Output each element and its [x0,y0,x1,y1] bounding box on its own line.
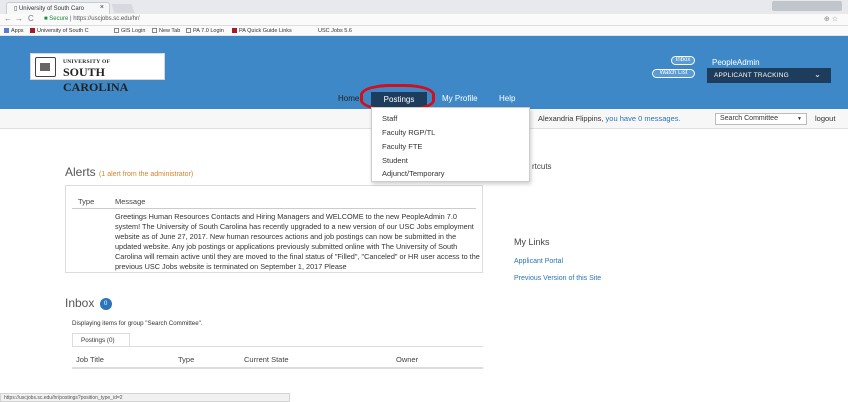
bookmark-uscjobs[interactable]: USC Jobs 5.6 [318,28,352,34]
inbox-col-type[interactable]: Type [178,355,194,364]
inbox-col-owner[interactable]: Owner [396,355,418,364]
bookmark-usc[interactable]: University of South C [30,28,89,34]
welcome-text: Alexandria Flippins, you have 0 messages… [538,114,681,123]
usc-icon [30,28,35,33]
divider [72,367,483,369]
usc-icon [232,28,237,33]
url-text: https://uscjobs.sc.edu/hr/ [73,16,140,22]
previous-version-link[interactable]: Previous Version of this Site [514,275,601,282]
zoom-icon[interactable]: ⊕ [824,16,830,23]
inbox-subtitle: Displaying items for group "Search Commi… [72,320,203,327]
page-icon [114,28,119,33]
nav-home[interactable]: Home [338,94,359,103]
browser-tabstrip: ▯ University of South Caro × [0,0,848,14]
address-bar: ← → C ■ Secure | https://uscjobs.sc.edu/… [0,14,848,26]
tab-title: University of South Caro [18,6,84,12]
watch-list-button[interactable]: Watch List [652,69,695,78]
secure-label: Secure [49,16,69,22]
usc-seal-icon [35,57,56,77]
nav-my-profile[interactable]: My Profile [442,94,478,103]
page-icon [152,28,157,33]
back-button[interactable]: ← [4,14,12,23]
shortcuts-heading: rtcuts [532,162,552,171]
messages-link[interactable]: you have 0 messages. [606,114,681,123]
module-switcher[interactable]: APPLICANT TRACKING ⌄ [707,68,831,83]
user-name: Alexandria Flippins, [538,114,604,123]
inbox-button[interactable]: Inbox [671,56,695,65]
inbox-count-badge: 0 [99,298,112,310]
group-select[interactable]: Search Committee ▼ [715,113,807,125]
dropdown-item-student[interactable]: Student [382,156,408,165]
group-select-value: Search Committee [720,115,778,122]
lock-icon: ■ [44,16,48,22]
alerts-col-message: Message [115,197,146,206]
inbox-heading: Inbox 0 [65,296,112,310]
dropdown-item-faculty-fte[interactable]: Faculty FTE [382,142,422,151]
dropdown-item-staff[interactable]: Staff [382,114,397,123]
bookmark-pa-login[interactable]: PA 7.0 Login [186,28,224,34]
url-field[interactable]: ■ Secure | https://uscjobs.sc.edu/hr/ [40,15,820,25]
applicant-portal-link[interactable]: Applicant Portal [514,258,563,265]
divider [72,208,476,209]
alerts-count[interactable]: (1 alert from the administrator) [99,171,193,178]
logout-link[interactable]: logout [815,114,835,123]
my-links-heading: My Links [514,237,550,247]
close-tab-icon[interactable]: × [100,4,104,11]
bookmark-apps[interactable]: Apps [4,28,24,34]
window-controls[interactable] [772,1,842,11]
inbox-col-current-state[interactable]: Current State [244,355,289,364]
page-icon [186,28,191,33]
alerts-heading: Alerts (1 alert from the administrator) [65,165,194,179]
alert-message: Greetings Human Resources Contacts and H… [115,212,480,271]
usc-logo[interactable]: UNIVERSITY OF SOUTH CAROLINA [30,53,165,94]
alerts-table: Type Message Greetings Human Resources C… [65,185,483,273]
browser-status-bar: https://uscjobs.sc.edu/hr/postings?posit… [0,393,290,402]
tab-postings[interactable]: Postings (0) [72,333,130,347]
address-icons: ⊕ ☆ [824,15,838,23]
dropdown-item-faculty-rgp[interactable]: Faculty RGP/TL [382,128,435,137]
bookmark-gis[interactable]: GIS Login [114,28,145,34]
bookmarks-bar: Apps University of South C GIS Login New… [0,26,848,36]
bookmark-pa-guide[interactable]: PA Quick Guide Links [232,28,292,34]
forward-button[interactable]: → [15,14,23,23]
logo-line2: SOUTH CAROLINA [63,65,129,94]
chevron-down-icon: ⌄ [814,70,821,79]
new-tab-button[interactable] [111,4,135,13]
peopleadmin-brand: PeopleAdmin [712,58,760,67]
alerts-col-type: Type [78,197,95,206]
dropdown-item-adjunct[interactable]: Adjunct/Temporary [382,169,445,178]
nav-help[interactable]: Help [499,94,515,103]
postings-dropdown-menu: Staff Faculty RGP/TL Faculty FTE Student… [371,107,530,182]
reload-button[interactable]: C [28,14,34,23]
divider [72,346,483,347]
browser-tab[interactable]: ▯ University of South Caro × [6,2,110,14]
apps-icon [4,28,9,33]
bookmark-newtab[interactable]: New Tab [152,28,180,34]
dropdown-arrow-icon: ▼ [797,116,802,122]
star-icon[interactable]: ☆ [832,16,838,23]
inbox-col-job-title[interactable]: Job Title [76,355,104,364]
module-label: APPLICANT TRACKING [714,72,789,79]
